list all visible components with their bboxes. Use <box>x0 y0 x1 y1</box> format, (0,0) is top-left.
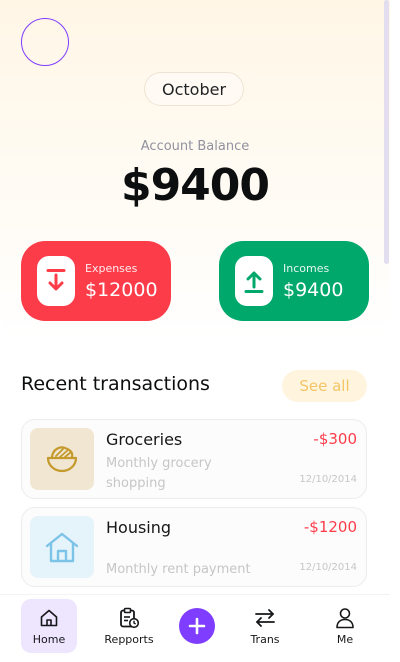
transaction-description: Monthly grocery shopping <box>106 456 212 491</box>
house-icon <box>30 516 94 578</box>
grocery-bowl-icon <box>30 428 94 490</box>
arrow-down-icon <box>37 256 75 306</box>
swap-arrows-icon <box>254 607 276 629</box>
transaction-item[interactable]: Groceries Monthly grocery shopping -$300… <box>21 419 367 499</box>
arrow-up-icon <box>235 256 273 306</box>
incomes-value: $9400 <box>283 278 344 301</box>
transaction-date: 12/10/2014 <box>299 562 357 573</box>
expenses-label: Expenses <box>85 261 138 275</box>
nav-item-home[interactable]: Home <box>21 599 77 653</box>
plus-icon <box>188 617 206 635</box>
nav-item-profile[interactable]: Me <box>317 599 373 653</box>
nav-label: Me <box>336 633 354 646</box>
transaction-date: 12/10/2014 <box>299 474 357 485</box>
transaction-description: Monthly rent payment <box>106 562 251 577</box>
avatar[interactable] <box>21 18 69 66</box>
transaction-amount: -$1200 <box>303 518 357 536</box>
transaction-title: Housing <box>106 518 172 537</box>
scrollbar[interactable] <box>384 0 389 264</box>
incomes-label: Incomes <box>283 261 330 275</box>
home-screen: October Account Balance $9400 Expenses $… <box>0 0 390 662</box>
transaction-item[interactable]: Housing Monthly rent payment -$1200 12/1… <box>21 507 367 587</box>
home-icon <box>39 607 59 629</box>
balance-amount: $9400 <box>120 160 270 211</box>
month-selector[interactable]: October <box>144 72 244 106</box>
add-transaction-button[interactable] <box>179 608 215 644</box>
expenses-value: $12000 <box>85 278 158 301</box>
report-clipboard-icon <box>118 607 140 629</box>
see-all-button[interactable]: See all <box>282 370 367 402</box>
user-icon <box>335 607 355 629</box>
expenses-card[interactable]: Expenses $12000 <box>21 241 171 321</box>
month-label: October <box>161 79 227 99</box>
recent-transactions-title: Recent transactions <box>21 373 210 395</box>
balance-label: Account Balance <box>140 139 250 154</box>
transaction-title: Groceries <box>106 430 183 449</box>
transaction-amount: -$300 <box>313 430 357 448</box>
nav-label: Home <box>32 633 66 646</box>
nav-label: Repports <box>104 633 154 646</box>
incomes-card[interactable]: Incomes $9400 <box>219 241 369 321</box>
bottom-nav: Home Repports Trans Me <box>0 594 390 662</box>
nav-item-reports[interactable]: Repports <box>101 599 157 653</box>
nav-item-transactions[interactable]: Trans <box>237 599 293 653</box>
nav-label: Trans <box>250 633 280 646</box>
